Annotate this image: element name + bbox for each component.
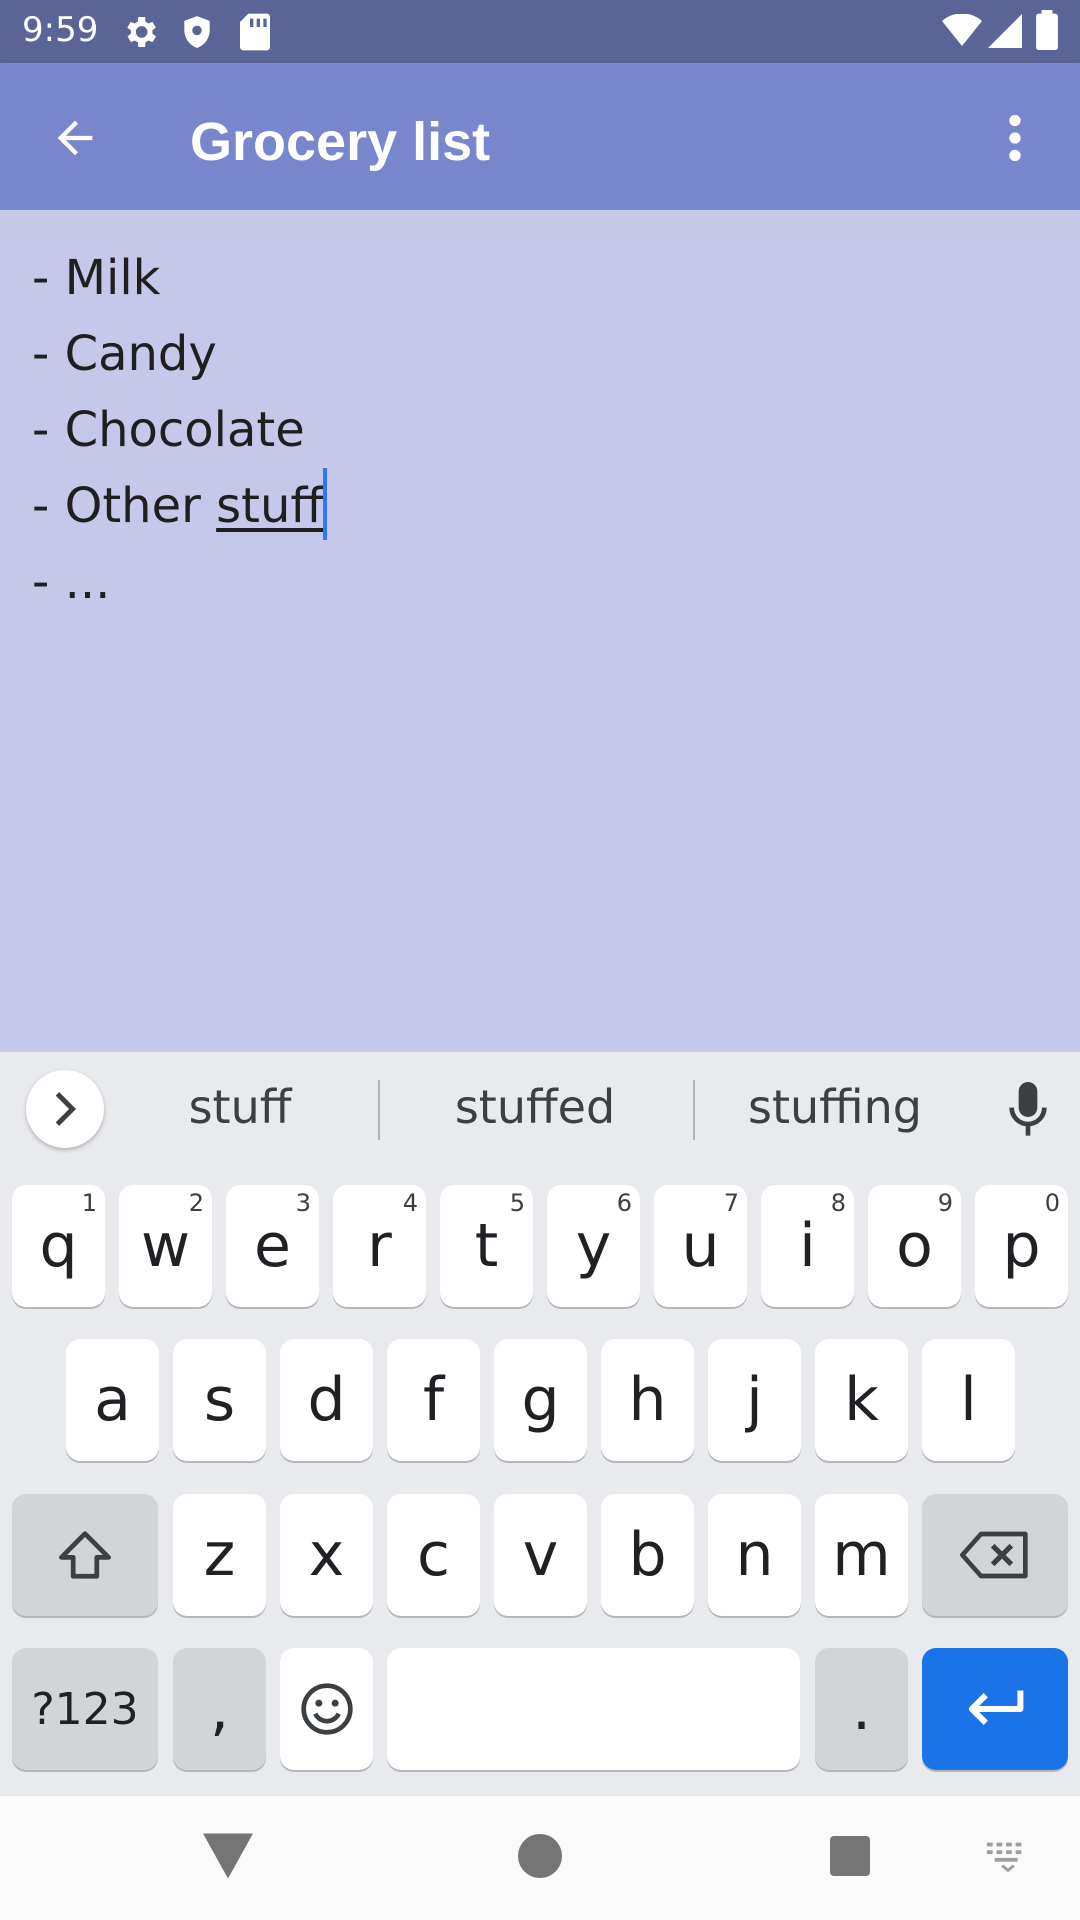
app-bar: Grocery list (0, 63, 1080, 210)
page-title: Grocery list (190, 112, 491, 172)
text-cursor (323, 468, 328, 540)
shift-icon (59, 1531, 111, 1579)
key-q[interactable]: q1 (12, 1185, 105, 1307)
key-l[interactable]: l (922, 1339, 1015, 1461)
battery-icon (1036, 10, 1058, 55)
key-u[interactable]: u7 (654, 1185, 747, 1307)
arrow-back-icon (57, 120, 93, 156)
keyboard-switch-icon (986, 1842, 1022, 1873)
voice-input-button[interactable] (1000, 1080, 1056, 1140)
key-n[interactable]: n (708, 1494, 801, 1616)
key-i[interactable]: i8 (761, 1185, 854, 1307)
keyboard-switch-button[interactable] (978, 1826, 1038, 1886)
note-editor[interactable]: - Milk - Candy - Chocolate - Other stuff… (0, 210, 1080, 1052)
recents-square-icon (830, 1836, 870, 1876)
sd-card-icon (238, 12, 272, 57)
wifi-icon (942, 13, 982, 53)
note-line-prefix: - Other (32, 478, 217, 534)
status-bar: 9:59 (0, 0, 1080, 63)
note-line: - Chocolate (32, 402, 305, 458)
composing-word: stuff (216, 478, 324, 534)
nav-recents-button[interactable] (820, 1826, 880, 1886)
shield-icon (178, 12, 216, 57)
more-options-button[interactable] (990, 103, 1040, 173)
system-nav-bar (0, 1795, 1080, 1920)
mic-icon (1009, 1082, 1047, 1136)
suggestion-strip: stuff stuffed stuffing (0, 1052, 1080, 1167)
back-button[interactable] (40, 103, 110, 173)
back-triangle-icon (203, 1833, 253, 1879)
symbols-key[interactable]: ?123 (12, 1648, 158, 1770)
key-b[interactable]: b (601, 1494, 694, 1616)
expand-toolbar-button[interactable] (26, 1070, 104, 1148)
key-c[interactable]: c (387, 1494, 480, 1616)
key-a[interactable]: a (66, 1339, 159, 1461)
note-line: - ... (32, 554, 111, 610)
backspace-icon (960, 1531, 1028, 1579)
key-v[interactable]: v (494, 1494, 587, 1616)
suggestion-1[interactable]: stuff (140, 1080, 340, 1134)
soft-keyboard: stuff stuffed stuffing q1 w2 e3 r4 t5 y6… (0, 1052, 1080, 1795)
note-line: - Milk (32, 250, 161, 306)
period-key[interactable]: . (815, 1648, 908, 1770)
nav-home-button[interactable] (510, 1826, 570, 1886)
key-x[interactable]: x (280, 1494, 373, 1616)
key-h[interactable]: h (601, 1339, 694, 1461)
shift-key[interactable] (12, 1494, 158, 1616)
key-p[interactable]: p0 (975, 1185, 1068, 1307)
emoji-key[interactable] (280, 1648, 373, 1770)
signal-icon (988, 14, 1022, 53)
key-z[interactable]: z (173, 1494, 266, 1616)
chevron-right-icon (55, 1092, 77, 1126)
gear-icon (120, 12, 160, 57)
enter-icon (968, 1690, 1024, 1725)
key-s[interactable]: s (173, 1339, 266, 1461)
key-m[interactable]: m (815, 1494, 908, 1616)
key-d[interactable]: d (280, 1339, 373, 1461)
key-j[interactable]: j (708, 1339, 801, 1461)
more-vert-icon (1009, 114, 1021, 162)
key-g[interactable]: g (494, 1339, 587, 1461)
nav-back-button[interactable] (198, 1826, 258, 1886)
key-r[interactable]: r4 (333, 1185, 426, 1307)
suggestion-3[interactable]: stuffing (730, 1080, 940, 1134)
enter-key[interactable] (922, 1648, 1068, 1770)
backspace-key[interactable] (922, 1494, 1068, 1616)
key-f[interactable]: f (387, 1339, 480, 1461)
comma-key[interactable]: , (173, 1648, 266, 1770)
key-e[interactable]: e3 (226, 1185, 319, 1307)
home-circle-icon (518, 1834, 562, 1878)
key-k[interactable]: k (815, 1339, 908, 1461)
key-y[interactable]: y6 (547, 1185, 640, 1307)
suggestion-2[interactable]: stuffed (420, 1080, 650, 1134)
emoji-icon (300, 1683, 353, 1735)
note-line-current: - Other stuff (32, 468, 1048, 544)
suggestion-divider (693, 1080, 695, 1140)
note-line: - Candy (32, 326, 217, 382)
key-t[interactable]: t5 (440, 1185, 533, 1307)
space-key[interactable] (387, 1648, 800, 1770)
status-time: 9:59 (22, 10, 99, 50)
key-o[interactable]: o9 (868, 1185, 961, 1307)
suggestion-divider (378, 1080, 380, 1140)
key-w[interactable]: w2 (119, 1185, 212, 1307)
